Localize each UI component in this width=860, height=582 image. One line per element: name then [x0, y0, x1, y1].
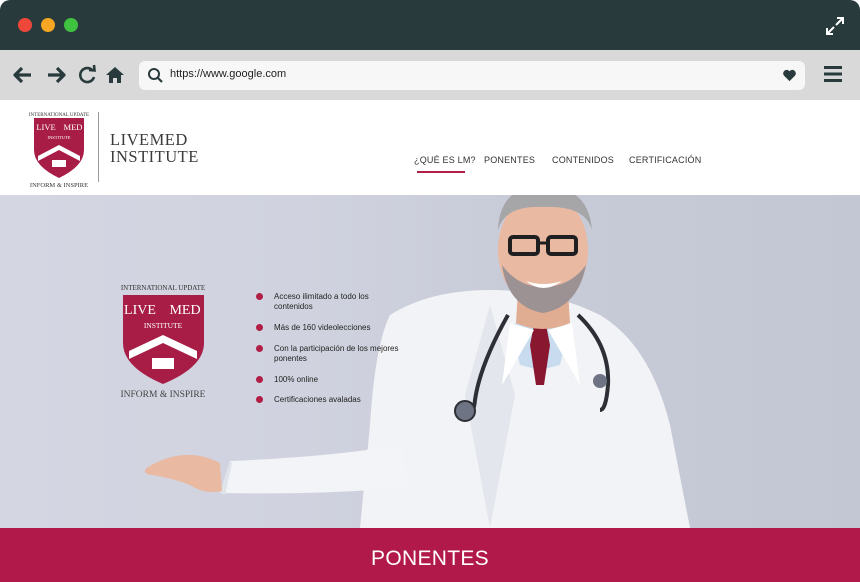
minimize-window-button[interactable] [41, 18, 55, 32]
browser-toolbar: https://www.google.com [0, 50, 860, 100]
site-header: INTERNATIONAL UPDATE LIVE MED INSTITUTE … [0, 100, 860, 195]
logo-wordmark[interactable]: LIVEMED INSTITUTE [110, 131, 199, 165]
bullet-dot-icon [256, 324, 263, 331]
bullet-dot-icon [256, 396, 263, 403]
svg-text:INSTITUTE: INSTITUTE [144, 321, 183, 330]
logo-line-1: LIVEMED [110, 130, 188, 149]
close-window-button[interactable] [18, 18, 32, 32]
expand-icon[interactable] [824, 15, 846, 37]
bullet-dot-icon [256, 293, 263, 300]
active-nav-indicator [417, 171, 465, 173]
svg-text:INTERNATIONAL UPDATE: INTERNATIONAL UPDATE [29, 113, 89, 118]
logo-divider [98, 112, 99, 182]
reload-icon[interactable] [76, 64, 98, 86]
home-icon[interactable] [104, 64, 126, 86]
livemed-emblem-logo[interactable]: INTERNATIONAL UPDATE LIVE MED INSTITUTE … [26, 108, 92, 190]
maximize-window-button[interactable] [64, 18, 78, 32]
nav-item-contenidos[interactable]: CONTENIDOS [552, 155, 614, 165]
doctor-image [144, 195, 690, 528]
svg-text:INSTITUTE: INSTITUTE [48, 135, 71, 140]
hero-emblem-logo: INTERNATIONAL UPDATE LIVE MED INSTITUTE … [121, 284, 206, 400]
hero-section: INTERNATIONAL UPDATE LIVE MED INSTITUTE … [0, 195, 860, 528]
svg-text:INFORM & INSPIRE: INFORM & INSPIRE [30, 182, 88, 189]
svg-text:MED: MED [169, 303, 200, 318]
svg-text:MED: MED [64, 122, 83, 132]
hamburger-menu-icon[interactable] [824, 66, 842, 82]
section-title: PONENTES [371, 547, 489, 570]
address-bar[interactable]: https://www.google.com [139, 61, 805, 90]
svg-text:LIVE: LIVE [124, 303, 156, 318]
nav-item-ponentes[interactable]: PONENTES [484, 155, 535, 165]
bullet-dot-icon [256, 345, 263, 352]
heart-icon[interactable] [782, 68, 797, 83]
back-arrow-icon[interactable] [12, 64, 34, 86]
forward-arrow-icon[interactable] [45, 64, 67, 86]
svg-text:LIVE: LIVE [36, 122, 55, 132]
nav-item-certificacion[interactable]: CERTIFICACIÓN [629, 155, 701, 165]
url-text[interactable]: https://www.google.com [170, 68, 286, 80]
logo-line-2: INSTITUTE [110, 147, 199, 166]
ponentes-section-header: PONENTES [0, 528, 860, 582]
svg-text:INFORM & INSPIRE: INFORM & INSPIRE [121, 390, 206, 400]
bullet-dot-icon [256, 376, 263, 383]
search-icon [148, 68, 163, 83]
window-titlebar [0, 0, 860, 50]
nav-item-que-es-lm[interactable]: ¿QUÉ ES LM? [414, 155, 476, 165]
svg-text:INTERNATIONAL UPDATE: INTERNATIONAL UPDATE [121, 284, 205, 292]
